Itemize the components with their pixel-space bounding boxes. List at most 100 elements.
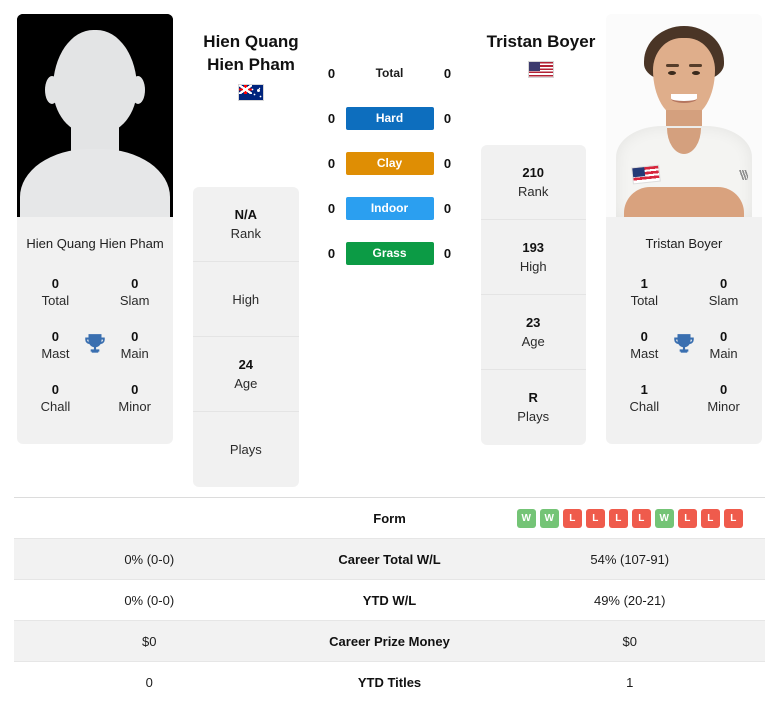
titles-chall-right: 1 Chall	[622, 381, 667, 416]
info-plays-label-right: Plays	[517, 409, 550, 424]
titles-row-mast-main: 0 Mast 0 Main	[612, 320, 756, 373]
surface-total-right-count: 0	[443, 66, 452, 81]
titles-chall-value-left: 0	[51, 382, 60, 397]
surface-hard-chip[interactable]: Hard	[345, 107, 434, 130]
form-badge-loss[interactable]: L	[723, 508, 743, 528]
row-value-right: $0	[622, 633, 637, 649]
titles-minor-left: 0 Minor	[112, 381, 157, 416]
titles-row-total-slam: 1 Total 0 Slam	[612, 267, 756, 320]
titles-main-label-left: Main	[120, 346, 149, 361]
titles-chall-value-right: 1	[640, 382, 648, 397]
surface-clay-chip[interactable]: Clay	[345, 152, 434, 175]
row-label: Career Prize Money	[329, 633, 450, 649]
titles-minor-label-right: Minor	[707, 399, 740, 414]
player-card-left[interactable]: Hien Quang Hien Pham 0 Total 0 Slam 0 Ma…	[17, 14, 174, 444]
row-value-left: 0% (0-0)	[124, 592, 175, 608]
player-header-left: Hien Quang Hien Pham	[176, 30, 326, 101]
info-rank-label-right: Rank	[518, 183, 549, 199]
titles-total-value-left: 0	[51, 276, 60, 291]
info-cell-plays-left: Plays	[193, 412, 298, 487]
titles-slam-value-left: 0	[131, 276, 139, 291]
trophy-spacer-bottom-left	[78, 381, 112, 384]
titles-slam-value-right: 0	[719, 276, 728, 291]
info-stack-left: N/A Rank High 24 Age Plays	[193, 187, 299, 487]
titles-row-total-slam: 0 Total 0 Slam	[23, 267, 167, 320]
player-header-name-line2-left: Hien Pham	[207, 55, 295, 74]
titles-slam-left: 0 Slam	[112, 275, 157, 310]
titles-mast-right: 0 Mast	[622, 328, 667, 363]
form-badge-loss[interactable]: L	[608, 508, 628, 528]
info-high-label-right: High	[519, 258, 547, 274]
row-value-right: 1	[626, 674, 634, 690]
row-label: YTD W/L	[362, 592, 417, 608]
table-row-form: Form WWLLLLWLLL	[14, 497, 765, 538]
surface-clay-left-count: 0	[327, 156, 336, 171]
row-value-left: 0% (0-0)	[124, 551, 175, 567]
table-row: $0 Career Prize Money $0	[14, 620, 765, 661]
surface-grass-chip[interactable]: Grass	[345, 242, 434, 265]
player-header-right: Tristan Boyer	[466, 30, 616, 78]
titles-row-chall-minor: 0 Chall 0 Minor	[23, 373, 167, 426]
surface-indoor-left-count: 0	[327, 201, 336, 216]
usa-flag-icon	[528, 61, 554, 78]
form-right-cell: WWLLLLWLLL	[495, 508, 766, 528]
form-badge-strip: WWLLLLWLLL	[495, 508, 766, 528]
surface-grass-left-count: 0	[327, 246, 336, 261]
row-value-left: 0	[145, 674, 153, 690]
form-row-label: Form	[373, 510, 406, 526]
surface-row-clay: 0 Clay 0	[319, 152, 461, 175]
titles-mast-value-left: 0	[51, 329, 60, 344]
titles-main-value-right: 0	[719, 329, 728, 344]
info-rank-value-right: 210	[522, 164, 545, 180]
usa-flag-patch-icon	[631, 164, 661, 185]
titles-total-value-right: 1	[640, 276, 648, 291]
form-badge-win[interactable]: W	[516, 508, 536, 528]
titles-mast-left: 0 Mast	[33, 328, 78, 363]
form-badge-loss[interactable]: L	[585, 508, 605, 528]
titles-total-right: 1 Total	[622, 275, 667, 310]
surface-row-hard: 0 Hard 0	[319, 107, 461, 130]
titles-minor-right: 0 Minor	[701, 381, 746, 416]
info-age-label-right: Age	[521, 333, 545, 349]
form-badge-win[interactable]: W	[654, 508, 674, 528]
player-header-name-line1-left: Hien Quang	[203, 32, 299, 51]
info-cell-rank-right: 210 Rank	[480, 145, 586, 220]
titles-main-right: 0 Main	[701, 328, 746, 363]
info-high-label-left: High	[232, 291, 260, 307]
player-card-right[interactable]: Tristan Boyer 1 Total 0 Slam 0 Mast 0 Ma…	[605, 14, 762, 444]
form-badge-loss[interactable]: L	[631, 508, 651, 528]
form-badge-loss[interactable]: L	[677, 508, 697, 528]
form-badge-win[interactable]: W	[539, 508, 559, 528]
titles-total-label-right: Total	[630, 293, 659, 308]
row-value-right: 49% (20-21)	[593, 592, 666, 608]
surface-indoor-chip[interactable]: Indoor	[345, 197, 434, 220]
titles-grid-left: 0 Total 0 Slam 0 Mast 0 Main 0 Chall 0 M…	[17, 267, 173, 444]
titles-slam-label-right: Slam	[708, 293, 739, 308]
australia-flag-icon	[238, 84, 264, 101]
player-photo-right	[605, 14, 762, 217]
info-stack-right: 210 Rank 193 High 23 Age R Plays	[480, 145, 586, 445]
player-header-name-line1-right: Tristan Boyer	[486, 32, 596, 51]
titles-minor-value-left: 0	[131, 382, 139, 397]
head-to-head-stats-table: Form WWLLLLWLLL 0% (0-0) Career Total W/…	[0, 497, 779, 702]
player-photo-left	[17, 14, 174, 217]
surface-clay-right-count: 0	[443, 156, 452, 171]
form-badge-loss[interactable]: L	[562, 508, 582, 528]
row-value-right: 54% (107-91)	[590, 551, 670, 567]
info-rank-value-left: N/A	[234, 206, 257, 222]
titles-main-label-right: Main	[709, 346, 738, 361]
titles-minor-label-left: Minor	[118, 399, 151, 414]
player-comparison-page: Hien Quang Hien Pham 0 Total 0 Slam 0 Ma…	[0, 0, 779, 719]
trophy-icon-right	[667, 328, 701, 357]
row-label: YTD Titles	[357, 674, 422, 690]
info-high-value-right: 193	[522, 239, 545, 255]
form-badge-loss[interactable]: L	[700, 508, 720, 528]
titles-mast-value-right: 0	[640, 329, 648, 344]
titles-slam-label-left: Slam	[119, 293, 150, 308]
silhouette-placeholder-icon	[17, 14, 174, 217]
table-row: 0% (0-0) YTD W/L 49% (20-21)	[14, 579, 765, 620]
info-cell-age-left: 24 Age	[193, 337, 299, 412]
trophy-icon-left	[78, 328, 112, 357]
titles-minor-value-right: 0	[719, 382, 728, 397]
titles-row-mast-main: 0 Mast 0 Main	[23, 320, 167, 373]
